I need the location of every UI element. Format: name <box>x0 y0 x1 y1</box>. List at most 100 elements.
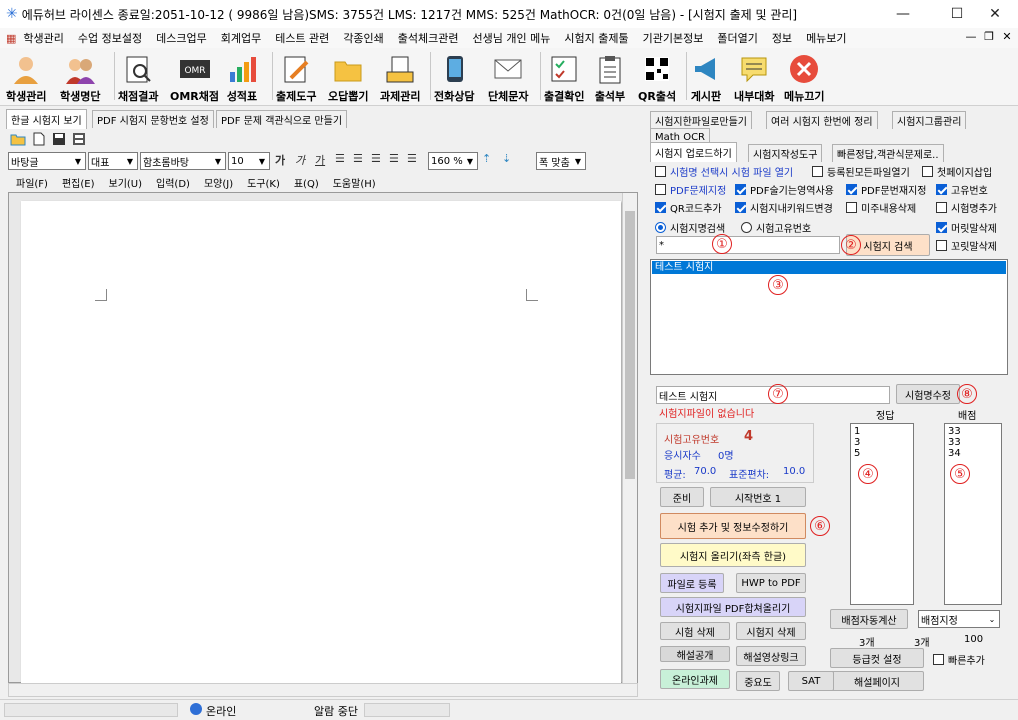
menu-desk[interactable]: 데스크업무 <box>149 30 214 46</box>
align-left-icon[interactable]: ☰ <box>353 152 363 165</box>
zoom-in-icon[interactable]: ⇡ <box>482 152 491 165</box>
editor-menu-format[interactable]: 모양(J) <box>204 175 233 190</box>
fit-select[interactable]: 폭 맞춤 ▼ <box>536 152 586 170</box>
toolbar-board-button[interactable]: 게시판 <box>690 50 722 104</box>
tab-pdf-objective[interactable]: PDF 문제 객관식으로 만들기 <box>216 110 348 128</box>
menu-exam-tool[interactable]: 시험지 출제툴 <box>557 30 635 46</box>
editor-menu-help[interactable]: 도움말(H) <box>333 175 376 190</box>
scores-list[interactable]: 33 33 34 <box>944 423 1002 605</box>
insert-first-page-checkbox[interactable]: 첫페이지삽입 <box>922 164 992 179</box>
tab-merge-exam[interactable]: 시험지한파일로만들기 <box>650 111 752 129</box>
save-icon[interactable] <box>52 132 68 146</box>
align-center-icon[interactable]: ☰ <box>371 152 381 165</box>
add-exam-button[interactable]: 시험 추가 및 정보수정하기 <box>660 513 806 539</box>
menu-test[interactable]: 테스트 관련 <box>268 30 336 46</box>
pdf-problem-checkbox[interactable]: PDF문제지정 <box>655 182 726 197</box>
mdi-restore-button[interactable]: ❐ <box>980 30 998 46</box>
app-menu-icon[interactable]: ▦ <box>6 32 16 45</box>
delete-paper-button[interactable]: 시험지 삭제 <box>736 622 806 640</box>
toolbar-report-button[interactable]: 성적표 <box>226 50 258 104</box>
italic-button[interactable]: 가 <box>295 152 305 168</box>
sat-button[interactable]: SAT <box>788 671 834 691</box>
keyword-change-checkbox[interactable]: 시험지내키워드변경 <box>735 200 833 215</box>
tab-exam-writing-tool[interactable]: 시험지작성도구 <box>748 144 823 162</box>
remove-header-checkbox[interactable]: 머릿말삭제 <box>936 220 997 235</box>
bold-button[interactable]: 가 <box>275 152 285 168</box>
register-file-button[interactable]: 파일로 등록 <box>660 573 724 593</box>
tab-quick-answer[interactable]: 빠른정답,객관식문제로.. <box>832 144 944 162</box>
style-select[interactable]: 바탕글 ▼ <box>8 152 86 170</box>
editor-menu-edit[interactable]: 편집(E) <box>62 175 95 190</box>
horizontal-scrollbar[interactable] <box>8 683 638 697</box>
menu-teacher[interactable]: 선생님 개인 메뉴 <box>466 30 558 46</box>
font-select[interactable]: 함초롬바탕 ▼ <box>140 152 226 170</box>
menu-view[interactable]: 메뉴보기 <box>799 30 853 46</box>
mdi-close-button[interactable]: ✕ <box>998 30 1016 46</box>
exam-list[interactable]: 테스트 시험지 <box>650 259 1008 375</box>
score-assign-select[interactable]: 배점지정 ⌄ <box>918 610 1000 628</box>
quick-add-checkbox[interactable]: 빠른추가 <box>933 652 985 667</box>
document-page[interactable] <box>21 201 621 687</box>
toolbar-students-button[interactable]: 학생관리 <box>6 50 46 104</box>
toolbar-close-menu-button[interactable]: 메뉴끄기 <box>784 50 824 104</box>
toolbar-grading-button[interactable]: 채점결과 <box>118 50 158 104</box>
remove-footer-checkbox[interactable]: 꼬릿말삭제 <box>936 238 997 253</box>
edit-exam-name-button[interactable]: 시험명수정 <box>896 384 960 404</box>
tab-hwp-view[interactable]: 한글 시험지 보기 <box>6 109 87 129</box>
menu-students[interactable]: 학생관리 <box>16 30 70 46</box>
close-window-button[interactable]: ✕ <box>972 0 1018 28</box>
toolbar-attendance-book-button[interactable]: 출석부 <box>594 50 626 104</box>
vertical-scrollbar[interactable] <box>622 193 637 683</box>
importance-button[interactable]: 중요도 <box>736 671 780 691</box>
explain-page-button[interactable]: 해설페이지 <box>830 671 924 691</box>
editor-menu-view[interactable]: 보기(U) <box>109 175 143 190</box>
toolbar-student-list-button[interactable]: 학생명단 <box>60 50 100 104</box>
answers-list[interactable]: 1 3 5 <box>850 423 914 605</box>
online-assignment-button[interactable]: 온라인과제 <box>660 669 730 689</box>
pdf-area-checkbox[interactable]: PDF술기는영역사용 <box>735 182 834 197</box>
toolbar-chat-button[interactable]: 내부대화 <box>734 50 774 104</box>
menu-class-settings[interactable]: 수업 정보설정 <box>71 30 149 46</box>
unique-id-checkbox[interactable]: 고유번호 <box>936 182 988 197</box>
explain-video-button[interactable]: 해설영상링크 <box>736 646 806 666</box>
pdf-renumber-checkbox[interactable]: PDF문번재지정 <box>846 182 926 197</box>
pdf-merge-upload-button[interactable]: 시험지파일 PDF합쳐올리기 <box>660 597 806 617</box>
font-size-select[interactable]: 10 ▼ <box>228 152 270 170</box>
scrollbar-thumb[interactable] <box>625 211 635 479</box>
tab-bulk-organize[interactable]: 여러 시험지 한번에 정리 <box>766 111 878 129</box>
toolbar-exam-tool-button[interactable]: 출제도구 <box>276 50 316 104</box>
open-folder-icon[interactable] <box>10 132 30 146</box>
toolbar-assignment-button[interactable]: 과제관리 <box>380 50 420 104</box>
menu-accounting[interactable]: 회계업무 <box>214 30 268 46</box>
lang-select[interactable]: 대표 ▼ <box>88 152 138 170</box>
toolbar-wrong-answers-button[interactable]: 오답뽑기 <box>328 50 368 104</box>
explain-open-button[interactable]: 해설공개 <box>660 646 730 662</box>
hwp-to-pdf-button[interactable]: HWP to PDF <box>736 573 806 593</box>
prepare-button[interactable]: 준비 <box>660 487 704 507</box>
toolbar-qr-button[interactable]: QR출석 <box>638 50 676 104</box>
upload-exam-button[interactable]: 시험지 올리기(좌측 한글) <box>660 543 806 567</box>
align-distribute-icon[interactable]: ☰ <box>407 152 417 165</box>
toolbar-phone-button[interactable]: 전화상담 <box>434 50 474 104</box>
align-right-icon[interactable]: ☰ <box>389 152 399 165</box>
open-all-files-checkbox[interactable]: 등록된모든파일열기 <box>812 164 910 179</box>
menu-print[interactable]: 각종인쇄 <box>336 30 390 46</box>
search-by-id-radio[interactable]: 시험고유번호 <box>741 220 811 235</box>
editor-menu-insert[interactable]: 입력(D) <box>156 175 190 190</box>
underline-button[interactable]: 가 <box>315 152 325 168</box>
search-input[interactable]: * <box>656 236 840 254</box>
menu-institution[interactable]: 기관기본정보 <box>636 30 711 46</box>
add-exam-name-checkbox[interactable]: 시험명추가 <box>936 200 997 215</box>
menu-info[interactable]: 정보 <box>765 30 799 46</box>
menu-open-folder[interactable]: 폴더열기 <box>710 30 764 46</box>
open-file-on-select-checkbox[interactable]: 시험명 선택시 시험 파일 열기 <box>655 164 793 179</box>
tab-exam-upload[interactable]: 시험지 업로드하기 <box>650 142 737 162</box>
zoom-select[interactable]: 160 % ▼ <box>428 152 478 170</box>
mdi-minimize-button[interactable]: — <box>962 30 980 46</box>
tab-pdf-numbering[interactable]: PDF 시험지 문항번호 설정 <box>92 110 214 128</box>
delete-exam-button[interactable]: 시험 삭제 <box>660 622 730 640</box>
start-number-button[interactable]: 시작번호 1 <box>710 487 806 507</box>
editor-menu-file[interactable]: 파일(F) <box>16 175 48 190</box>
remove-endnotes-checkbox[interactable]: 미주내용삭제 <box>846 200 916 215</box>
grade-cut-button[interactable]: 등급컷 설정 <box>830 648 924 668</box>
